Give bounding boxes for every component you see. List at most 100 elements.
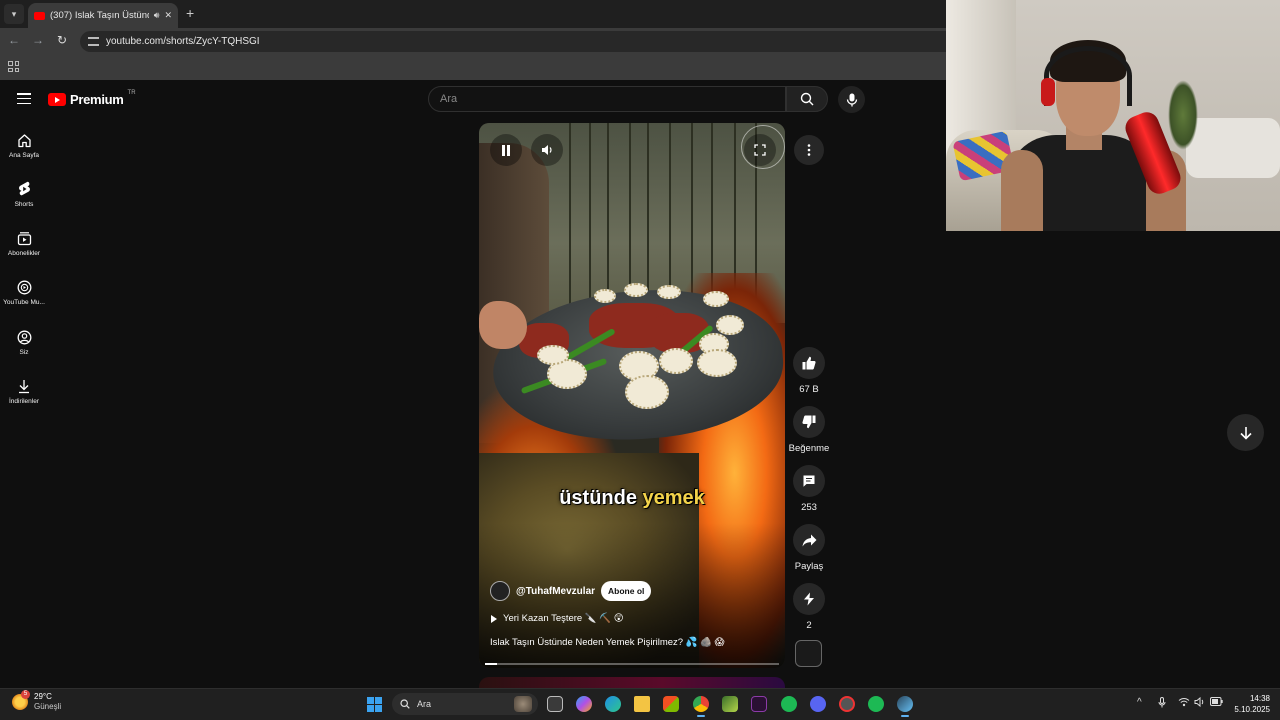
taskbar-search-label: Ara <box>417 699 432 709</box>
caption-text: üstünde <box>559 487 637 509</box>
weather-badge: 5 <box>21 690 30 699</box>
volume-icon[interactable] <box>1194 696 1206 710</box>
youtube-music-icon <box>17 280 31 294</box>
taskbar-clock[interactable]: 14:38 5.10.2025 <box>1226 693 1270 715</box>
spotify-icon[interactable] <box>868 696 884 712</box>
volume-button[interactable] <box>531 134 563 166</box>
video-editor-icon[interactable] <box>751 696 767 712</box>
weather-temp: 29°C <box>34 692 52 701</box>
sidebar-item-label: Siz <box>19 349 29 356</box>
edge-browser-icon[interactable] <box>605 696 621 712</box>
shorts-icon <box>18 181 30 196</box>
dislike-label: Beğenme <box>788 443 830 454</box>
thumbs-down-icon <box>802 415 816 429</box>
comments-button[interactable] <box>793 465 825 497</box>
clock-time: 14:38 <box>1249 694 1270 703</box>
wifi-icon[interactable] <box>1178 697 1190 710</box>
task-view-icon[interactable] <box>547 696 563 712</box>
start-windows-icon[interactable] <box>367 697 382 712</box>
subscriptions-icon <box>17 231 31 245</box>
dislike-action: Beğenme <box>789 406 829 454</box>
sidebar-item-home[interactable]: Ana Sayfa <box>0 131 48 159</box>
sidebar-item-you[interactable]: Siz <box>0 328 48 356</box>
weather-widget[interactable]: 5 29°C Güneşli <box>12 690 62 712</box>
sunny-weather-icon: 5 <box>12 690 30 710</box>
channel-row: @TuhafMevzular Abone ol <box>490 581 652 601</box>
next-short-button[interactable] <box>1227 414 1264 451</box>
spotify-icon[interactable] <box>781 696 797 712</box>
video-title[interactable]: Islak Taşın Üstünde Neden Yemek Pişirilm… <box>490 637 725 648</box>
tab-search-dropdown-icon[interactable]: ▾ <box>4 4 24 24</box>
music-link[interactable]: Yeri Kazan Teştere 🔪 ⛏️ 😲 <box>491 613 624 624</box>
file-explorer-icon[interactable] <box>634 696 650 712</box>
reload-icon[interactable]: ↻ <box>53 33 71 47</box>
channel-name[interactable]: @TuhafMevzular <box>516 586 595 597</box>
obs-icon[interactable] <box>839 696 855 712</box>
sidebar-item-label: Shorts <box>14 201 34 208</box>
like-action: 67 B <box>792 347 826 395</box>
like-button[interactable] <box>793 347 825 379</box>
minecraft-icon[interactable] <box>722 696 738 712</box>
microsoft-store-icon[interactable] <box>663 696 679 712</box>
pause-button[interactable] <box>490 134 522 166</box>
shorts-video-player[interactable]: üstünde yemek @TuhafMevzular Abone ol Ye… <box>479 123 785 668</box>
discord-icon[interactable] <box>810 696 826 712</box>
share-action: Paylaş <box>792 524 826 572</box>
sidebar-item-subscriptions[interactable]: Abonelikler <box>0 229 48 257</box>
more-options-button[interactable] <box>794 135 824 165</box>
forward-icon[interactable]: → <box>29 33 47 47</box>
arrow-down-icon <box>1239 426 1252 440</box>
video-progress-bar[interactable] <box>485 663 779 665</box>
sidebar-item-youtube-music[interactable]: YouTube Mu... <box>0 278 48 306</box>
tab-audio-icon[interactable]: 🔊︎ <box>154 10 160 21</box>
download-icon <box>19 379 29 393</box>
steam-icon[interactable] <box>897 696 913 717</box>
dislike-button[interactable] <box>793 406 825 438</box>
thumbs-up-icon <box>802 356 816 370</box>
share-button[interactable] <box>793 524 825 556</box>
search-input[interactable] <box>440 93 785 105</box>
remix-count: 2 <box>806 620 812 631</box>
video-progress-fill <box>485 663 497 665</box>
tray-microphone-icon[interactable] <box>1158 697 1166 711</box>
menu-icon[interactable] <box>17 93 31 104</box>
weather-desc: Güneşli <box>34 702 62 711</box>
chrome-icon[interactable] <box>693 696 709 717</box>
share-label: Paylaş <box>794 561 824 572</box>
sidebar-item-downloads[interactable]: İndirilenler <box>0 377 48 405</box>
copilot-icon[interactable] <box>576 696 592 712</box>
taskbar-search[interactable]: Ara <box>392 693 538 715</box>
tray-overflow-icon[interactable]: ^ <box>1137 697 1142 708</box>
voice-search-button[interactable] <box>838 86 865 113</box>
youtube-play-icon <box>48 93 66 106</box>
search-icon <box>400 699 410 709</box>
home-icon <box>17 133 31 147</box>
remix-button[interactable] <box>793 583 825 615</box>
remix-action: 2 <box>792 583 826 631</box>
comment-count: 253 <box>801 502 817 513</box>
channel-avatar-small[interactable] <box>795 640 822 667</box>
sidebar-item-shorts[interactable]: Shorts <box>0 180 48 208</box>
new-tab-icon[interactable]: + <box>186 5 194 21</box>
apps-grid-icon[interactable] <box>8 61 19 72</box>
sidebar-item-label: Ana Sayfa <box>9 152 39 159</box>
address-bar[interactable]: youtube.com/shorts/ZycY-TQHSGI <box>80 31 946 52</box>
subscribe-button[interactable]: Abone ol <box>601 581 652 601</box>
clock-date: 5.10.2025 <box>1234 705 1270 714</box>
comment-icon <box>803 475 815 487</box>
tab-close-icon[interactable]: ✕ <box>164 10 172 21</box>
back-icon[interactable]: ← <box>5 33 23 47</box>
youtube-favicon-icon <box>34 11 45 20</box>
site-settings-icon[interactable] <box>88 37 99 46</box>
search-highlight-icon <box>514 696 532 712</box>
music-play-icon <box>491 614 497 623</box>
battery-icon[interactable] <box>1210 697 1223 709</box>
channel-avatar[interactable] <box>490 581 510 601</box>
hand <box>479 301 527 349</box>
url-text: youtube.com/shorts/ZycY-TQHSGI <box>106 36 260 47</box>
like-count: 67 B <box>799 384 819 395</box>
search-button[interactable] <box>786 86 828 112</box>
music-title: Yeri Kazan Teştere 🔪 ⛏️ 😲 <box>503 613 624 624</box>
browser-tab-active[interactable]: (307) Islak Taşın Üstünde Ne 🔊︎ ✕ <box>28 3 178 28</box>
youtube-premium-logo[interactable]: Premium TR <box>48 90 136 107</box>
